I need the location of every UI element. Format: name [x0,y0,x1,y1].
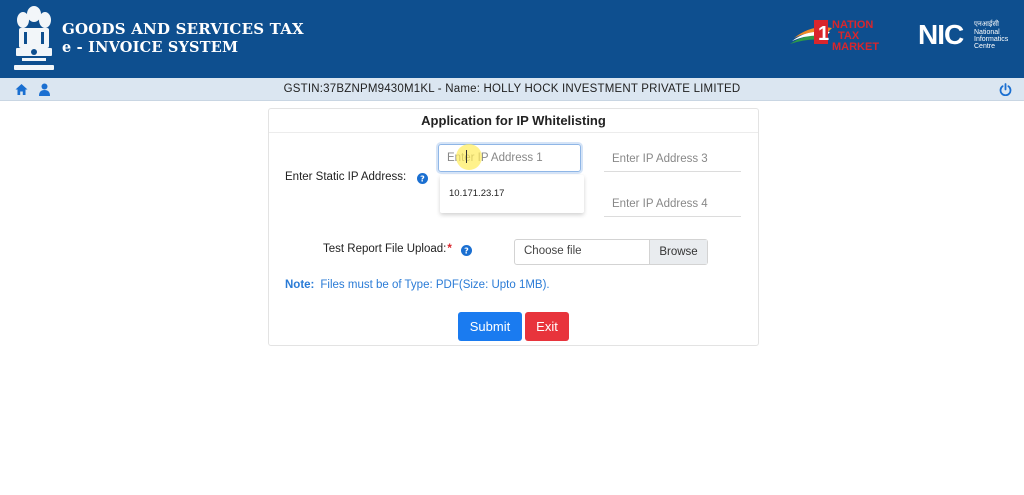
svg-text:1: 1 [818,23,829,45]
submit-button[interactable]: Submit [458,312,522,341]
gstin-name-label: GSTIN:37BZNPM9430M1KL - Name: HOLLY HOCK… [283,83,741,95]
svg-text:?: ? [464,247,469,256]
nation-tax-market-logo: 1 NATION TAX MARKET [790,19,879,53]
upload-label-text: Test Report File Upload: [323,243,447,255]
page-title: Application for IP Whitelisting [421,113,606,128]
ip-address-3-input[interactable] [604,146,741,172]
app-title-line1: GOODS AND SERVICES TAX [62,20,304,38]
svg-text:Centre: Centre [974,43,995,50]
file-note: Note: Files must be of Type: PDF(Size: Up… [285,279,550,291]
svg-text:?: ? [420,175,425,184]
help-icon[interactable]: ? [461,245,472,256]
app-title-line2: e - INVOICE SYSTEM [62,39,239,56]
upload-label: Test Report File Upload:* [323,243,452,255]
browse-button[interactable]: Browse [649,240,707,264]
cursor-highlight [456,144,482,170]
help-icon[interactable]: ? [417,173,428,184]
required-mark: * [447,243,452,255]
ip-address-4-input[interactable] [604,191,741,217]
svg-text:National: National [974,29,1000,36]
text-cursor-icon [466,150,469,163]
note-text: Files must be of Type: PDF(Size: Upto 1M… [320,279,550,291]
svg-text:NIC: NIC [918,19,964,50]
svg-text:MARKET: MARKET [832,41,879,53]
svg-text:एनआईसी: एनआईसी [974,19,999,28]
card-divider [269,132,758,133]
state-emblem-icon [14,6,54,70]
power-icon[interactable] [999,83,1012,96]
autocomplete-suggestion[interactable]: 10.171.23.17 [449,188,504,199]
svg-text:Informatics: Informatics [974,36,1009,43]
static-ip-label: Enter Static IP Address: [285,171,407,183]
nic-logo: NIC एनआईसी National Informatics Centre [918,19,1009,50]
exit-button[interactable]: Exit [525,312,569,341]
note-label: Note: [285,279,315,291]
file-placeholder: Choose file [524,245,582,257]
